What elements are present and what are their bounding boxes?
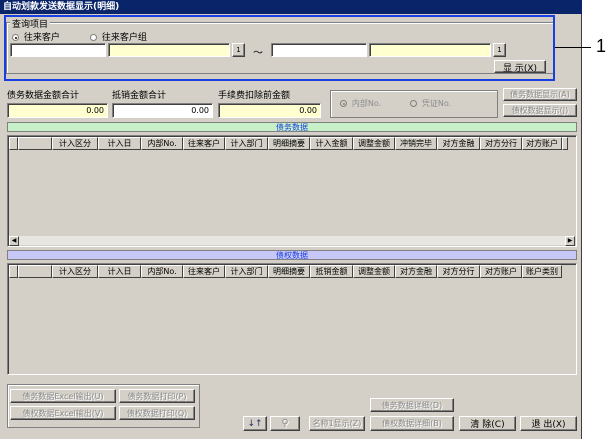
fee-label: 手续费扣除前金额	[218, 91, 291, 101]
credit-col-internal-no[interactable]: 内部No.	[141, 265, 183, 278]
credit-detail-button[interactable]: 债权数据详细(B)	[370, 416, 454, 431]
debt-table-header: 计入区分 计入日 内部No. 往来客户 计入部门 明细摘要 计入金额 调整金额 …	[9, 137, 568, 150]
credit-col-branch[interactable]: 对方分行	[437, 265, 480, 278]
debt-table-hscroll[interactable]: ◀ ▶	[9, 235, 575, 246]
debt-total-label: 债务数据金额合计	[7, 91, 80, 101]
credit-excel-button[interactable]: 债权数据Excel输出(V)	[10, 406, 116, 420]
debt-table-title: 债务数据	[7, 122, 577, 132]
name-show-button[interactable]: 名称1显示(Z)	[309, 416, 365, 431]
credit-col-entry-date[interactable]: 计入日	[98, 265, 141, 278]
callout-leader-line	[555, 47, 591, 48]
credit-col-bank[interactable]: 对方金融	[395, 265, 437, 278]
debt-col-adjust[interactable]: 调整金额	[353, 137, 395, 150]
exit-button[interactable]: 退 出(X)	[520, 416, 577, 431]
radio-internal-label: 内部No.	[351, 99, 382, 108]
radio-voucher-indicator[interactable]	[410, 100, 417, 107]
debt-print-button[interactable]: 债务数据打印(P)	[119, 389, 195, 403]
debt-col-overflow	[562, 137, 568, 150]
debt-detail-button[interactable]: 债务数据详细(D)	[370, 398, 454, 412]
offset-total-label: 抵销金额合计	[112, 91, 167, 101]
debt-col-rowhead	[9, 137, 18, 150]
debt-data-show-button[interactable]: 债务数据显示(A)	[503, 88, 577, 101]
debt-col-account[interactable]: 对方账户	[522, 137, 562, 150]
callout-number: 1	[596, 36, 607, 56]
radio-voucher-label: 凭证No.	[421, 99, 452, 108]
debt-col-entry-date[interactable]: 计入日	[98, 137, 141, 150]
debt-col-amount[interactable]: 计入金额	[310, 137, 353, 150]
credit-print-button[interactable]: 债权数据打印(Q)	[119, 406, 195, 420]
search-icon: ⚲	[281, 418, 289, 429]
credit-table-title: 债权数据	[7, 250, 577, 260]
radio-internal-no[interactable]: 内部No.	[340, 98, 381, 109]
callout-highlight-box	[4, 15, 555, 81]
scroll-left-icon[interactable]: ◀	[9, 236, 19, 246]
credit-col-account[interactable]: 对方账户	[480, 265, 522, 278]
debt-total-value: 0.00	[7, 103, 108, 118]
debt-col-writeoff[interactable]: 冲销完毕	[395, 137, 437, 150]
credit-data-show-button[interactable]: 债权数据显示(J)	[503, 104, 577, 117]
debt-col-entry-type[interactable]: 计入区分	[52, 137, 98, 150]
debt-col-internal-no[interactable]: 内部No.	[141, 137, 183, 150]
debt-table[interactable]: 计入区分 计入日 内部No. 往来客户 计入部门 明细摘要 计入金额 调整金额 …	[7, 135, 577, 247]
sort-button[interactable]: ↓↑	[243, 416, 267, 431]
offset-total-value: 0.00	[112, 103, 213, 118]
debt-col-summary[interactable]: 明细摘要	[268, 137, 310, 150]
debt-excel-button[interactable]: 债务数据Excel输出(U)	[10, 389, 116, 403]
credit-col-entry-type[interactable]: 计入区分	[52, 265, 98, 278]
radio-voucher-no[interactable]: 凭证No.	[410, 98, 451, 109]
credit-col-offset[interactable]: 抵销金额	[310, 265, 353, 278]
radio-internal-indicator[interactable]	[340, 100, 347, 107]
credit-col-blank	[18, 265, 52, 278]
scroll-right-icon[interactable]: ▶	[565, 236, 575, 246]
fee-value: 0.00	[218, 103, 321, 118]
credit-col-adjust[interactable]: 调整金额	[353, 265, 395, 278]
debt-col-branch[interactable]: 对方分行	[480, 137, 522, 150]
debt-col-department[interactable]: 计入部门	[225, 137, 268, 150]
debt-col-customer[interactable]: 往来客户	[183, 137, 225, 150]
sort-arrows-icon: ↓↑	[247, 418, 263, 429]
debt-col-bank[interactable]: 对方金融	[437, 137, 480, 150]
credit-col-customer[interactable]: 往来客户	[183, 265, 225, 278]
search-button[interactable]: ⚲	[270, 416, 300, 431]
credit-col-department[interactable]: 计入部门	[225, 265, 268, 278]
credit-col-account-type[interactable]: 账户类别	[522, 265, 562, 278]
credit-col-rowhead	[9, 265, 18, 278]
credit-table[interactable]: 计入区分 计入日 内部No. 往来客户 计入部门 明细摘要 抵销金额 调整金额 …	[7, 263, 577, 375]
debt-col-blank	[18, 137, 52, 150]
credit-col-summary[interactable]: 明细摘要	[268, 265, 310, 278]
credit-table-header: 计入区分 计入日 内部No. 往来客户 计入部门 明细摘要 抵销金额 调整金额 …	[9, 265, 562, 278]
clear-button[interactable]: 清 除(C)	[459, 416, 516, 431]
window-title: 自动划款发送数据显示(明细)	[0, 0, 582, 14]
